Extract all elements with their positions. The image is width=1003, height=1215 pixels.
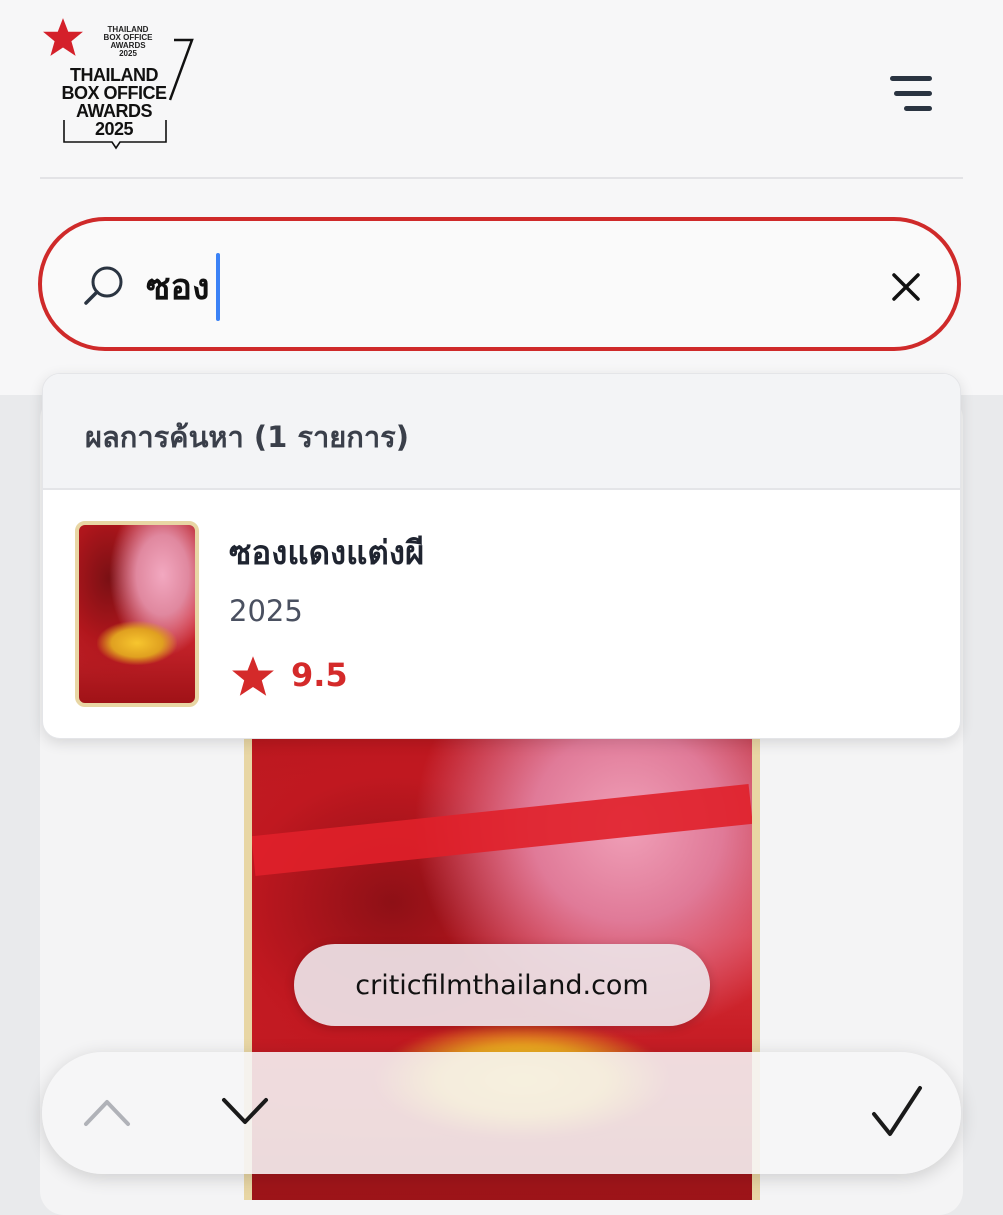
search-box[interactable] [38,217,961,351]
close-icon [892,273,920,301]
clear-search-button[interactable] [888,269,924,305]
star-logo-icon [43,18,83,56]
chevron-down-icon [222,1098,268,1124]
result-poster-thumbnail [75,521,199,707]
result-rating: 9.5 [291,656,348,694]
header-divider [40,177,963,179]
chevron-up-icon [84,1100,130,1126]
result-year: 2025 [229,594,303,628]
site-logo[interactable]: THAILAND BOX OFFICE AWARDS 2025 THAILAND… [42,14,202,154]
text-caret [216,253,220,321]
menu-button[interactable] [884,70,940,118]
next-field-button[interactable] [218,1092,272,1132]
thumbnail-title-art [97,621,177,665]
results-header: ผลการค้นหา (1 รายการ) [43,374,960,490]
search-input[interactable] [146,255,746,317]
result-title: ซองแดงแต่งผี [229,533,425,572]
search-result-item[interactable]: ซองแดงแต่งผี 2025 9.5 [43,490,960,738]
poster-ribbon [252,783,752,877]
done-button[interactable] [870,1084,924,1140]
results-count-label: ผลการค้นหา (1 รายการ) [85,420,409,454]
search-icon [84,266,123,305]
url-domain: criticfilmthailand.com [355,969,649,1001]
search-results-dropdown: ผลการค้นหา (1 รายการ) ซองแดงแต่งผี 2025 … [42,373,961,739]
url-bar[interactable]: criticfilmthailand.com [294,944,710,1026]
previous-field-button[interactable] [80,1092,134,1132]
checkmark-icon [872,1086,922,1136]
site-header: THAILAND BOX OFFICE AWARDS 2025 THAILAND… [0,0,1003,395]
form-navigation-toolbar [42,1052,961,1174]
star-icon [232,656,274,696]
logo-bracket-mark [63,120,167,150]
hamburger-menu-icon [890,76,932,111]
logo-small-text: THAILAND BOX OFFICE AWARDS 2025 [103,25,153,58]
